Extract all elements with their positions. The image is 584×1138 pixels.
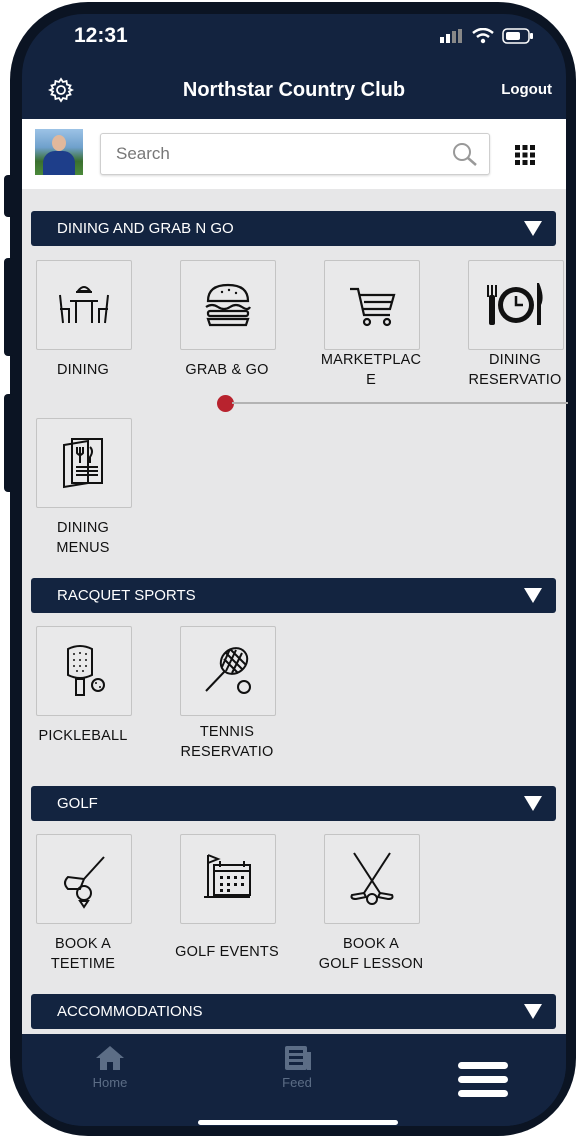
tile-label: MARKETPLAC E — [320, 352, 422, 388]
golf-tee-icon — [64, 856, 105, 909]
main-content: Search DINING AND GRAB N GO DINING GRAB … — [22, 119, 566, 1034]
tile-label: GOLF EVENTS — [175, 944, 279, 960]
tab-feed-label: Feed — [282, 1075, 312, 1090]
tile-pickleball[interactable]: PICKLEBALL — [22, 626, 148, 776]
wifi-icon — [472, 28, 494, 44]
search-icon[interactable] — [451, 141, 479, 167]
burger-icon — [205, 283, 251, 327]
tile-label: TENNIS RESERVATIO — [180, 724, 274, 760]
tile-golf-events[interactable]: GOLF EVENTS — [166, 834, 292, 984]
golf-calendar-icon — [204, 854, 251, 898]
section-title: RACQUET SPORTS — [57, 587, 196, 604]
chevron-down-icon[interactable] — [524, 796, 542, 811]
signal-icon — [440, 29, 462, 43]
tile-grab-go[interactable]: GRAB & GO — [166, 260, 292, 410]
grid-menu-icon[interactable] — [515, 145, 535, 165]
annotation-line — [232, 402, 568, 404]
tab-feed[interactable]: Feed — [257, 1044, 337, 1090]
app-header: Northstar Country Club Logout — [22, 69, 566, 124]
mute-switch — [4, 175, 14, 217]
section-header-racquet[interactable]: RACQUET SPORTS — [31, 578, 556, 613]
battery-icon — [502, 28, 533, 44]
tab-home[interactable]: Home — [70, 1044, 150, 1090]
tile-label: DINING RESERVATIO — [468, 352, 562, 388]
tile-label: DINING — [57, 362, 109, 378]
tile-label: DINING MENUS — [56, 520, 110, 556]
search-input[interactable]: Search — [100, 133, 490, 175]
logout-button[interactable]: Logout — [501, 81, 552, 98]
tile-label: PICKLEBALL — [38, 728, 128, 744]
tab-bar: Home Feed — [22, 1034, 566, 1126]
tile-marketplace[interactable]: MARKETPLAC E — [310, 260, 436, 410]
pickleball-paddle-icon — [67, 645, 105, 696]
home-indicator — [198, 1120, 398, 1125]
section-title: GOLF — [57, 795, 98, 812]
menu-book-icon — [63, 438, 103, 489]
volume-down-button — [4, 394, 14, 492]
section-header-dining[interactable]: DINING AND GRAB N GO — [31, 211, 556, 246]
tile-dining-menus[interactable]: DINING MENUS — [22, 418, 148, 568]
screen: 12:31 Northstar Country Club Logout Sear… — [22, 14, 566, 1126]
page-title: Northstar Country Club — [182, 79, 406, 101]
tile-label: BOOK A GOLF LESSON — [318, 936, 424, 972]
feed-icon — [285, 1046, 311, 1070]
section-header-accommodations[interactable]: ACCOMMODATIONS — [31, 994, 556, 1029]
chevron-down-icon[interactable] — [524, 1004, 542, 1019]
shopping-cart-icon — [350, 287, 396, 327]
dining-table-icon — [59, 286, 109, 324]
tile-label: BOOK A TEETIME — [50, 936, 116, 972]
tile-tennis-reservation[interactable]: TENNIS RESERVATIO — [166, 626, 292, 776]
chevron-down-icon[interactable] — [524, 588, 542, 603]
search-bar: Search — [22, 119, 566, 189]
tile-dining[interactable]: DINING — [22, 260, 148, 410]
tennis-racquet-icon — [205, 647, 251, 694]
tile-dining-reservation[interactable]: DINING RESERVATIO — [454, 260, 566, 410]
search-placeholder: Search — [116, 144, 170, 163]
plate-clock-icon — [487, 283, 543, 325]
tab-home-label: Home — [92, 1075, 128, 1090]
tile-book-golf-lesson[interactable]: BOOK A GOLF LESSON — [310, 834, 436, 984]
chevron-down-icon[interactable] — [524, 221, 542, 236]
tile-label: GRAB & GO — [185, 362, 269, 378]
volume-up-button — [4, 258, 14, 356]
golf-clubs-icon — [350, 852, 394, 905]
section-title: ACCOMMODATIONS — [57, 1003, 203, 1020]
status-bar: 12:31 — [22, 14, 566, 64]
hamburger-menu-icon[interactable] — [458, 1062, 508, 1098]
avatar[interactable] — [35, 129, 83, 175]
tile-book-teetime[interactable]: BOOK A TEETIME — [22, 834, 148, 984]
section-header-golf[interactable]: GOLF — [31, 786, 556, 821]
home-icon — [96, 1046, 124, 1070]
status-time: 12:31 — [74, 24, 128, 47]
section-title: DINING AND GRAB N GO — [57, 220, 234, 237]
